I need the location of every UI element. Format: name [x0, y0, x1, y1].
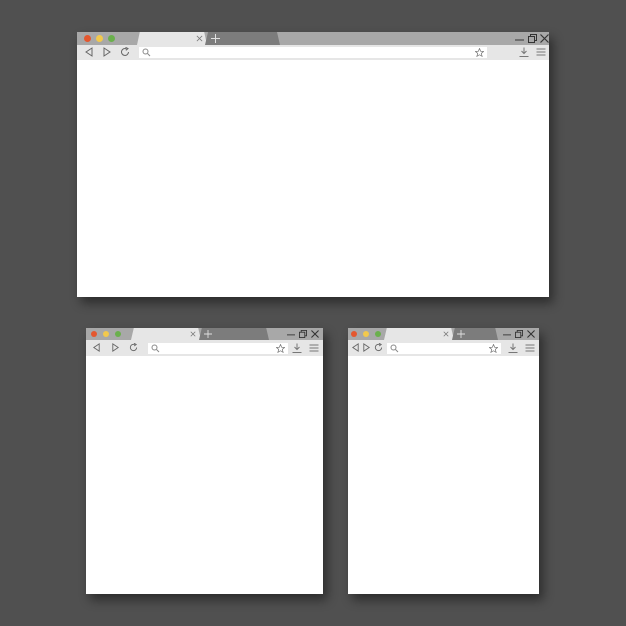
forward-icon[interactable] [102, 47, 112, 57]
toolbar [348, 340, 539, 356]
browser-window-small [348, 328, 539, 594]
close-traffic-light[interactable] [84, 35, 91, 42]
search-icon [390, 344, 399, 353]
forward-icon[interactable] [362, 343, 371, 352]
bookmark-star-icon[interactable] [489, 344, 498, 353]
tab-inactive[interactable] [199, 328, 269, 340]
page-content[interactable] [348, 356, 539, 594]
page-content[interactable] [86, 356, 323, 594]
bookmark-star-icon[interactable] [276, 344, 285, 353]
maximize-traffic-light[interactable] [115, 331, 121, 337]
toolbar [86, 340, 323, 356]
forward-icon[interactable] [111, 343, 120, 352]
new-tab-plus-icon[interactable] [204, 330, 212, 338]
tab-active[interactable] [384, 328, 454, 340]
back-icon[interactable] [92, 343, 101, 352]
address-bar[interactable] [139, 47, 487, 58]
close-traffic-light[interactable] [91, 331, 97, 337]
download-icon[interactable] [519, 47, 529, 57]
tab-close-icon[interactable] [190, 331, 196, 337]
title-bar [348, 328, 539, 340]
tab-close-icon[interactable] [196, 35, 203, 42]
title-bar [86, 328, 323, 340]
reload-icon[interactable] [374, 343, 383, 352]
minimize-traffic-light[interactable] [103, 331, 109, 337]
new-tab-plus-icon[interactable] [457, 330, 465, 338]
browser-window-medium [86, 328, 323, 594]
minimize-traffic-light[interactable] [96, 35, 103, 42]
download-icon[interactable] [292, 343, 302, 353]
browser-window-large [77, 32, 549, 297]
tab-active[interactable] [137, 32, 207, 45]
back-icon[interactable] [84, 47, 94, 57]
address-bar[interactable] [387, 343, 501, 354]
window-restore-icon[interactable] [515, 330, 523, 338]
tab-inactive[interactable] [452, 328, 498, 340]
reload-icon[interactable] [129, 343, 138, 352]
menu-icon[interactable] [525, 343, 535, 353]
title-bar [77, 32, 549, 45]
tab-close-icon[interactable] [443, 331, 449, 337]
maximize-traffic-light[interactable] [375, 331, 381, 337]
window-close-icon[interactable] [527, 330, 535, 338]
bookmark-star-icon[interactable] [475, 48, 484, 57]
window-minimize-icon[interactable] [515, 35, 524, 43]
toolbar [77, 45, 549, 60]
window-restore-icon[interactable] [299, 330, 307, 338]
search-icon [142, 48, 151, 57]
page-content[interactable] [77, 60, 549, 297]
menu-icon[interactable] [309, 343, 319, 353]
window-restore-icon[interactable] [528, 34, 537, 43]
tab-inactive[interactable] [205, 32, 280, 45]
new-tab-plus-icon[interactable] [211, 34, 220, 43]
menu-icon[interactable] [536, 47, 546, 57]
tab-active[interactable] [131, 328, 201, 340]
window-minimize-icon[interactable] [503, 330, 511, 338]
minimize-traffic-light[interactable] [363, 331, 369, 337]
window-close-icon[interactable] [540, 34, 549, 43]
back-icon[interactable] [351, 343, 360, 352]
reload-icon[interactable] [120, 47, 130, 57]
download-icon[interactable] [508, 343, 518, 353]
search-icon [151, 344, 160, 353]
address-bar[interactable] [148, 343, 288, 354]
window-minimize-icon[interactable] [287, 330, 295, 338]
window-close-icon[interactable] [311, 330, 319, 338]
maximize-traffic-light[interactable] [108, 35, 115, 42]
close-traffic-light[interactable] [351, 331, 357, 337]
